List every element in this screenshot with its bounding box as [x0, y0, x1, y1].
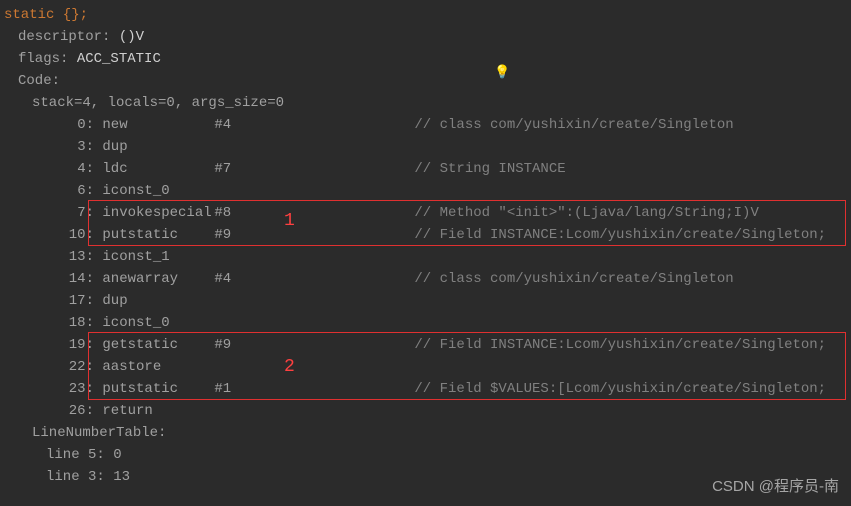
- bytecode-row: 4: ldc#7// String INSTANCE: [4, 158, 851, 180]
- stack-line: stack=4, locals=0, args_size=0: [32, 95, 284, 111]
- bytecode-comment: // class com/yushixin/create/Singleton: [414, 271, 733, 287]
- bytecode-op: putstatic: [102, 224, 214, 246]
- bytecode-comment: // Field $VALUES:[Lcom/yushixin/create/S…: [414, 381, 826, 397]
- bytecode-row: 0: new#4// class com/yushixin/create/Sin…: [4, 114, 851, 136]
- annotation-2: 2: [284, 356, 295, 378]
- code-label: Code:: [18, 73, 60, 89]
- flags-value: ACC_STATIC: [77, 51, 161, 67]
- bytecode-comment: // Field INSTANCE:Lcom/yushixin/create/S…: [414, 337, 826, 353]
- bytecode-offset: 6:: [46, 180, 94, 202]
- bytecode-offset: 22:: [46, 356, 94, 378]
- bytecode-op: aastore: [102, 356, 214, 378]
- bytecode-op: return: [102, 400, 214, 422]
- bytecode-row: 26: return: [4, 400, 851, 422]
- bytecode-offset: 3:: [46, 136, 94, 158]
- bytecode-row: 22: aastore: [4, 356, 851, 378]
- bytecode-comment: // String INSTANCE: [414, 161, 565, 177]
- lnt-line: line 5: 0: [46, 447, 122, 463]
- bytecode-offset: 17:: [46, 290, 94, 312]
- lnt-label: LineNumberTable:: [32, 425, 166, 441]
- lnt-line: line 3: 13: [46, 469, 130, 485]
- bytecode-op: iconst_0: [102, 180, 214, 202]
- watermark: CSDN @程序员-南: [712, 476, 839, 498]
- bytecode-row: 18: iconst_0: [4, 312, 851, 334]
- bytecode-row: 13: iconst_1: [4, 246, 851, 268]
- bytecode-row: 14: anewarray#4// class com/yushixin/cre…: [4, 268, 851, 290]
- bytecode-ref: #9: [214, 334, 414, 356]
- bytecode-offset: 14:: [46, 268, 94, 290]
- bytecode-op: new: [102, 114, 214, 136]
- bytecode-row: 17: dup: [4, 290, 851, 312]
- bytecode-op: invokespecial: [102, 202, 214, 224]
- annotation-1: 1: [284, 210, 295, 232]
- bytecode-row: 3: dup: [4, 136, 851, 158]
- bytecode-ref: #1: [214, 378, 414, 400]
- bytecode-comment: // Method "<init>":(Ljava/lang/String;I)…: [414, 205, 758, 221]
- bytecode-comment: // Field INSTANCE:Lcom/yushixin/create/S…: [414, 227, 826, 243]
- bytecode-offset: 13:: [46, 246, 94, 268]
- bytecode-op: putstatic: [102, 378, 214, 400]
- flags-label: flags:: [18, 51, 68, 67]
- lightbulb-icon: 💡: [494, 62, 510, 84]
- bytecode-op: iconst_1: [102, 246, 214, 268]
- bytecode-offset: 18:: [46, 312, 94, 334]
- bytecode-op: anewarray: [102, 268, 214, 290]
- bytecode-row: 19: getstatic#9// Field INSTANCE:Lcom/yu…: [4, 334, 851, 356]
- bytecode-row: 6: iconst_0: [4, 180, 851, 202]
- bytecode-offset: 0:: [46, 114, 94, 136]
- bytecode-row: 10: putstatic#9// Field INSTANCE:Lcom/yu…: [4, 224, 851, 246]
- bytecode-offset: 19:: [46, 334, 94, 356]
- bytecode-row: 7: invokespecial#8// Method "<init>":(Lj…: [4, 202, 851, 224]
- bytecode-ref: #4: [214, 268, 414, 290]
- bytecode-offset: 4:: [46, 158, 94, 180]
- bytecode-op: getstatic: [102, 334, 214, 356]
- bytecode-ref: #7: [214, 158, 414, 180]
- bytecode-offset: 10:: [46, 224, 94, 246]
- bytecode-offset: 7:: [46, 202, 94, 224]
- bytecode-ref: #8: [214, 202, 414, 224]
- descriptor-value: ()V: [119, 29, 144, 45]
- bytecode-op: dup: [102, 290, 214, 312]
- bytecode-op: dup: [102, 136, 214, 158]
- static-keyword: static {};: [4, 7, 88, 23]
- bytecode-ref: #4: [214, 114, 414, 136]
- bytecode-offset: 26:: [46, 400, 94, 422]
- bytecode-ref: #9: [214, 224, 414, 246]
- descriptor-label: descriptor:: [18, 29, 110, 45]
- bytecode-op: iconst_0: [102, 312, 214, 334]
- bytecode-op: ldc: [102, 158, 214, 180]
- bytecode-offset: 23:: [46, 378, 94, 400]
- bytecode-comment: // class com/yushixin/create/Singleton: [414, 117, 733, 133]
- bytecode-row: 23: putstatic#1// Field $VALUES:[Lcom/yu…: [4, 378, 851, 400]
